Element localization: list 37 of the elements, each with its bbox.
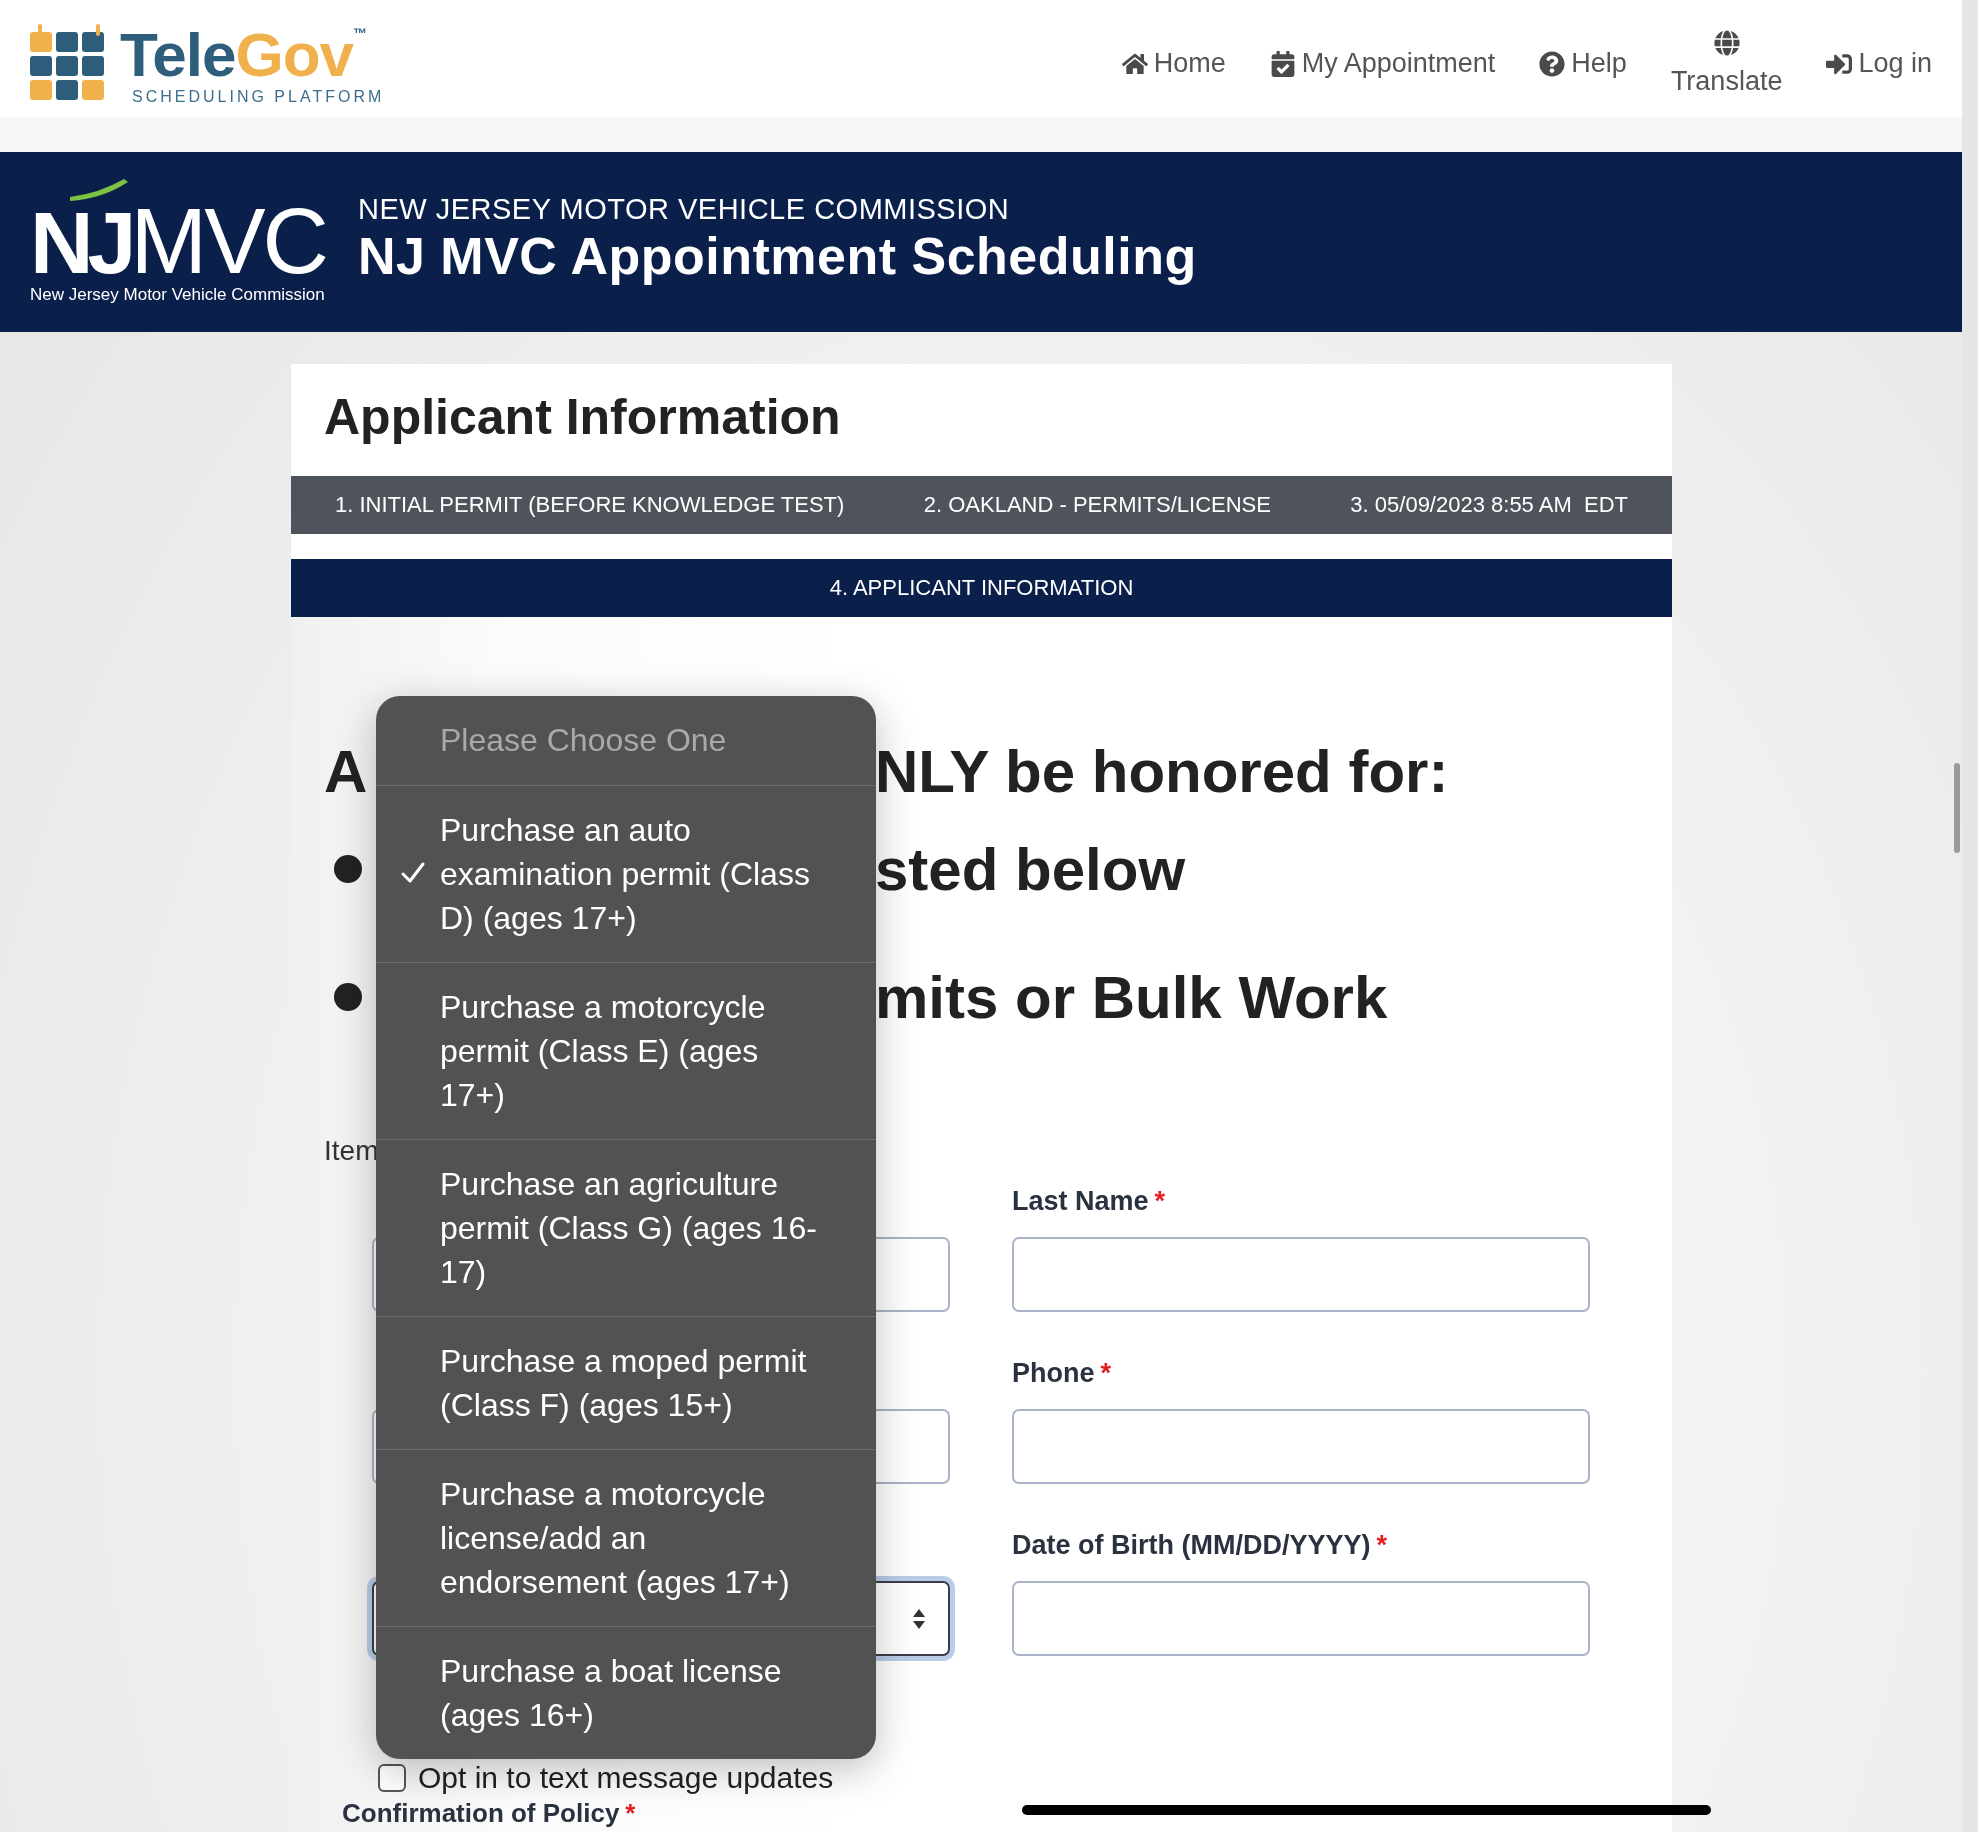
field-label: Last Name * <box>1012 1185 1167 1218</box>
notice-heading: A <box>324 737 368 805</box>
notice-heading: NLY be honored for: <box>875 736 1450 806</box>
notice-heading: sted below <box>875 834 1187 904</box>
field-label: Date of Birth (MM/DD/YYYY) * <box>1012 1529 1389 1562</box>
nav-link[interactable]: Translate <box>1670 30 1783 97</box>
banner-overline: NEW JERSEY MOTOR VEHICLE COMMISSION <box>357 192 1011 226</box>
nav-link[interactable]: Help <box>1539 30 1627 97</box>
dropdown-option[interactable]: Purchase an agriculture permit (Class G) (ages 16-17) <box>376 1140 876 1317</box>
step-label: 1. INITIAL PERMIT (BEFORE KNOWLEDGE TEST) <box>335 492 845 518</box>
logo-wordmark: TeleGov™ <box>120 24 367 86</box>
section-label: Item <box>324 1134 379 1168</box>
agency-logo-mark: NJMVC <box>30 201 326 281</box>
notice-heading: mits or Bulk Work <box>875 962 1389 1032</box>
required-mark: * <box>1376 1530 1388 1560</box>
dropdown-prompt: Please Choose One <box>376 696 876 786</box>
checkbox-label: Opt in to text message updates <box>418 1761 834 1795</box>
nav-link[interactable]: Log in <box>1826 30 1932 97</box>
nav-link[interactable]: My Appointment <box>1269 30 1496 97</box>
nav-link[interactable]: Home <box>1121 30 1226 97</box>
dropdown-option[interactable]: Purchase a motorcycle license/add an endorsement (ages 17+) <box>376 1450 876 1627</box>
field-label: Confirmation of Policy * <box>342 1799 636 1827</box>
dropdown-option[interactable]: Purchase a motorcycle permit (Class E) (ages 17+) <box>376 963 876 1140</box>
required-mark: * <box>1154 1186 1166 1216</box>
dropdown-option[interactable]: Purchase a boat license (ages 16+) <box>376 1627 876 1759</box>
agency-logo-caption: New Jersey Motor Vehicle Commission <box>30 285 325 305</box>
step-label: 4. APPLICANT INFORMATION <box>829 575 1134 601</box>
dropdown-option[interactable]: Purchase an auto examination permit (Class D) (ages 17+) <box>376 786 876 963</box>
required-mark: * <box>625 1798 636 1828</box>
required-mark: * <box>1100 1358 1112 1388</box>
field-label: Phone * <box>1012 1357 1113 1390</box>
step-label: 3. 05/09/2023 8:55 AM EDT <box>1350 492 1628 518</box>
step-label: 2. OAKLAND - PERMITS/LICENSE <box>923 492 1271 518</box>
banner-title: NJ MVC Appointment Scheduling <box>357 225 1197 286</box>
dropdown-option[interactable]: Purchase a moped permit (Class F) (ages 15+) <box>376 1317 876 1450</box>
logo-tagline: SCHEDULING PLATFORM <box>132 88 385 106</box>
card-title: Applicant Information <box>323 388 842 447</box>
